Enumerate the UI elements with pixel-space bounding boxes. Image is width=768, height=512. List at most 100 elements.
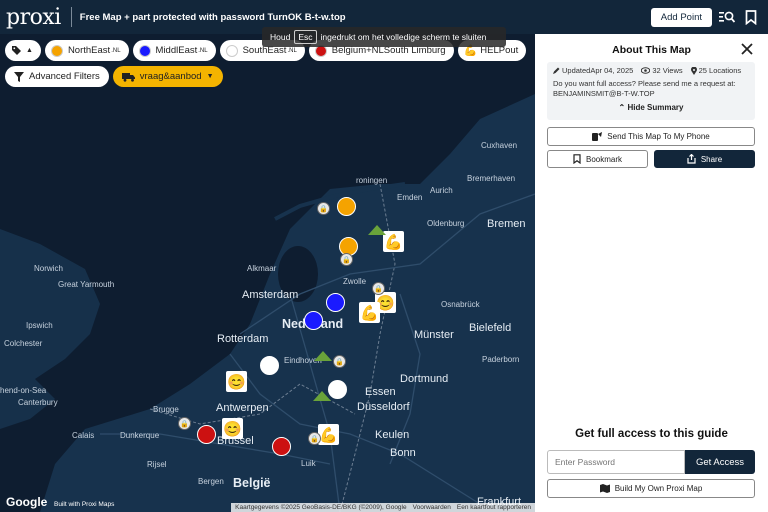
map-data-credit: Kaartgegevens ©2025 GeoBasis-DE/BKG (©20… (235, 504, 407, 511)
place-label: Bielefeld (469, 322, 512, 334)
built-with-proxi[interactable]: Built with Proxi Maps (54, 501, 114, 508)
tent-marker-icon[interactable] (314, 351, 332, 361)
updated-date: UpdatedApr 04, 2025 (553, 66, 633, 75)
chip-northeast[interactable]: NorthEast .NL (44, 40, 129, 61)
map-base (0, 34, 535, 512)
bookmark-icon (573, 154, 581, 164)
close-icon[interactable] (740, 42, 754, 56)
place-label: Rijsel (147, 460, 167, 469)
marker-belgium[interactable] (272, 437, 291, 456)
esc-hint-after: ingedrukt om het volledige scherm te slu… (320, 32, 487, 42)
get-access-button[interactable]: Get Access (685, 450, 755, 474)
map-canvas[interactable]: Norwich Great Yarmouth Ipswich Colcheste… (0, 34, 535, 512)
share-button[interactable]: Share (654, 150, 755, 168)
marker-southeast[interactable] (260, 356, 279, 375)
header-actions: Add Point (650, 7, 768, 27)
place-label: Emden (397, 193, 423, 202)
marker-belgium[interactable] (197, 425, 216, 444)
place-label: Rotterdam (217, 333, 269, 345)
report-error-link[interactable]: Een kaartfout rapporteren (457, 504, 531, 511)
lock-icon[interactable]: 🔒 (372, 282, 385, 295)
hide-summary-toggle[interactable]: ⌃ Hide Summary (553, 103, 749, 112)
caret-up-icon: ▲ (26, 47, 33, 54)
advanced-filters-label: Advanced Filters (29, 71, 100, 82)
color-dot (50, 44, 63, 57)
fullscreen-escape-hint: Houd Esc ingedrukt om het volledige sche… (262, 27, 506, 47)
lock-icon[interactable]: 🔒 (340, 253, 353, 266)
advanced-filters-button[interactable]: Advanced Filters (5, 66, 109, 87)
place-label: Antwerpen (216, 402, 269, 414)
place-label: Keulen (375, 429, 410, 441)
locations-text: 25 Locations (698, 66, 742, 75)
place-label: Bonn (390, 447, 416, 459)
pin-icon (690, 66, 697, 75)
place-label: Great Yarmouth (58, 280, 115, 289)
tent-marker-icon[interactable] (368, 225, 386, 235)
place-label: Aurich (430, 186, 453, 195)
eye-icon (641, 67, 651, 74)
tag-icon (12, 46, 21, 55)
updated-text: UpdatedApr 04, 2025 (562, 66, 634, 75)
panel-title: About This Map (612, 44, 691, 56)
bookmark-label: Bookmark (585, 154, 622, 164)
muscle-marker-icon[interactable]: 💪 (383, 231, 404, 252)
place-label: Oldenburg (427, 219, 465, 228)
place-label: Essen (365, 386, 396, 398)
funnel-icon (14, 71, 24, 82)
bookmark-icon[interactable] (742, 8, 760, 26)
muscle-marker-icon[interactable]: 💪 (318, 424, 339, 445)
place-label: Ipswich (26, 321, 53, 330)
place-label: Zwolle (343, 277, 367, 286)
truck-icon (121, 72, 135, 82)
chip-label: MiddlEast (155, 45, 198, 56)
smiley-marker-icon[interactable]: 😊 (222, 418, 243, 439)
map-icon (599, 484, 610, 493)
about-map-panel: About This Map UpdatedApr 04, 2025 32 Vi… (535, 34, 768, 512)
header-divider (70, 7, 72, 27)
tag-filter-toggle[interactable]: ▲ (5, 40, 41, 61)
marker-middleast[interactable] (326, 293, 345, 312)
place-label: Dunkerque (120, 431, 160, 440)
place-label: hend-on-Sea (0, 386, 47, 395)
proxi-logo[interactable]: proxi (0, 5, 61, 30)
chip-suffix: .NL (198, 47, 208, 54)
place-label: Bremen (487, 218, 526, 230)
place-label: Cuxhaven (481, 141, 518, 150)
marker-northeast[interactable] (337, 197, 356, 216)
phone-send-icon (592, 131, 603, 141)
lock-icon[interactable]: 🔒 (178, 417, 191, 430)
add-point-button[interactable]: Add Point (650, 7, 712, 27)
category-chip-vraag-aanbod[interactable]: vraag&aanbod ▼ (112, 66, 223, 87)
lock-icon[interactable]: 🔒 (317, 202, 330, 215)
place-label: Calais (72, 431, 95, 440)
build-own-map-button[interactable]: Build My Own Proxi Map (547, 479, 755, 498)
esc-hint-before: Houd (270, 32, 291, 42)
password-input[interactable] (547, 450, 685, 474)
place-label: Bremerhaven (467, 174, 516, 183)
place-label: België (233, 476, 271, 490)
smiley-marker-icon[interactable]: 😊 (226, 371, 247, 392)
place-label: Alkmaar (247, 264, 277, 273)
lock-icon[interactable]: 🔒 (308, 432, 321, 445)
place-label: Norwich (34, 264, 63, 273)
location-count: 25 Locations (690, 66, 742, 75)
map-attribution: Kaartgegevens ©2025 GeoBasis-DE/BKG (©20… (231, 503, 535, 512)
color-dot (138, 44, 151, 57)
lock-icon[interactable]: 🔒 (333, 355, 346, 368)
place-label: roningen (356, 176, 388, 185)
search-list-icon[interactable] (718, 8, 736, 26)
marker-middleast[interactable] (304, 311, 323, 330)
bookmark-button[interactable]: Bookmark (547, 150, 648, 168)
muscle-marker-icon[interactable]: 💪 (359, 302, 380, 323)
access-title: Get full access to this guide (575, 428, 728, 440)
tent-marker-icon[interactable] (313, 391, 331, 401)
color-dot (225, 44, 238, 57)
category-chip-label: vraag&aanbod (139, 71, 202, 82)
filter-row: Advanced Filters vraag&aanbod ▼ (5, 66, 223, 87)
views-text: 32 Views (652, 66, 683, 75)
chip-middleast[interactable]: MiddlEast .NL (132, 40, 216, 61)
terms-link[interactable]: Voorwaarden (413, 504, 451, 511)
send-to-phone-button[interactable]: Send This Map To My Phone (547, 127, 755, 146)
map-description: Do you want full access? Please send me … (553, 79, 736, 98)
place-label: Osnabrück (441, 300, 480, 309)
